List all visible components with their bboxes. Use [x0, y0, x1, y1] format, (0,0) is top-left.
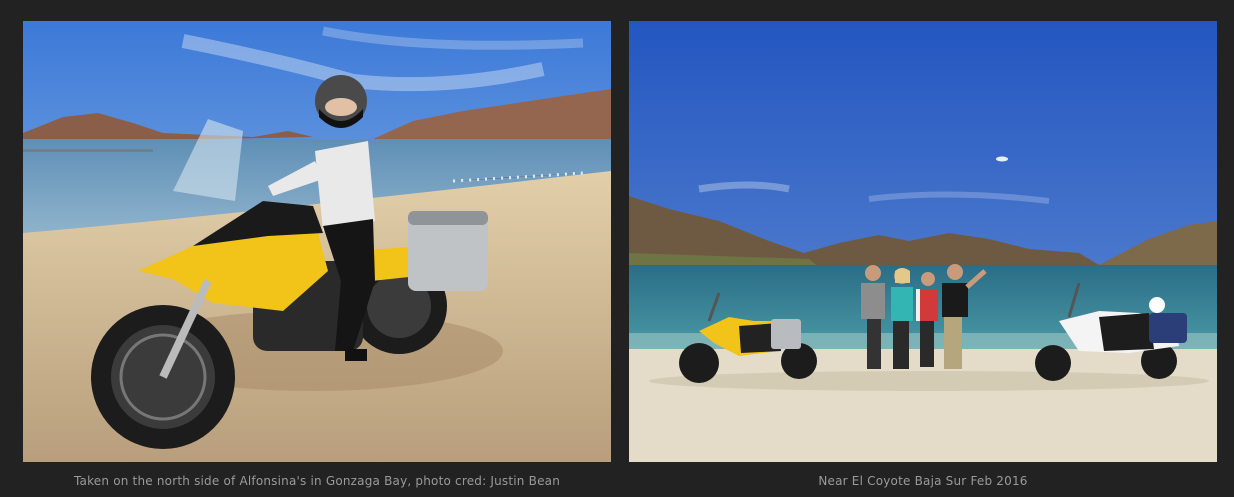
- gallery-item-1: Taken on the north side of Alfonsina's i…: [23, 21, 611, 488]
- photo-caption: Taken on the north side of Alfonsina's i…: [73, 474, 561, 488]
- photo-gallery: Taken on the north side of Alfonsina's i…: [0, 0, 1234, 497]
- photo-rider-motorcycle[interactable]: [23, 21, 611, 462]
- photo-group-motorcycles[interactable]: [629, 21, 1217, 462]
- photo-caption: Near El Coyote Baja Sur Feb 2016: [818, 474, 1028, 488]
- gallery-item-2: Near El Coyote Baja Sur Feb 2016: [629, 21, 1217, 488]
